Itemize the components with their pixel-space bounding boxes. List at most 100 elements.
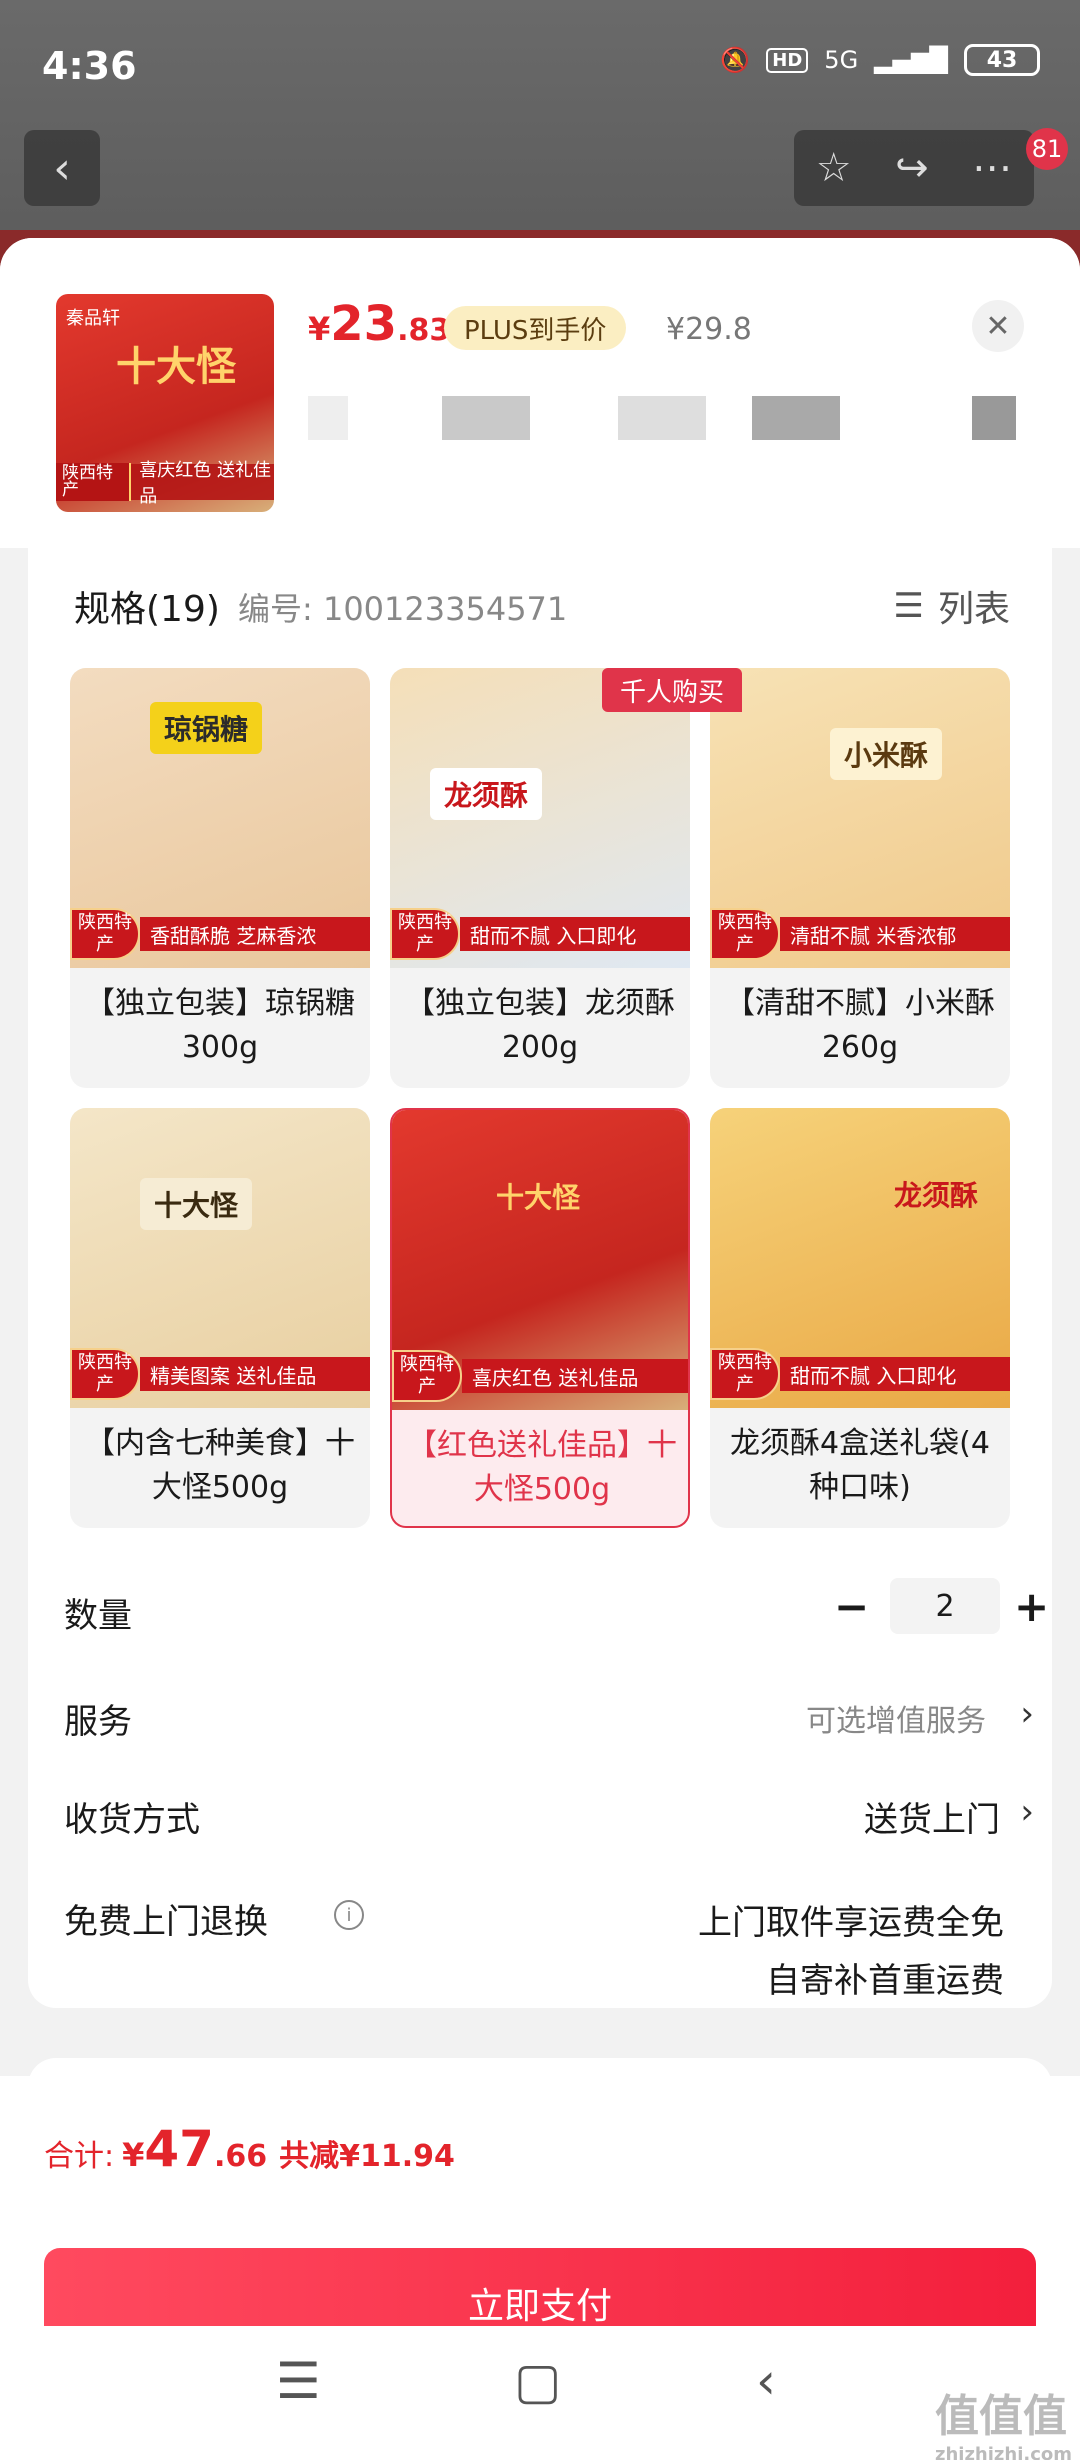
plus-badge: PLUS到手价 [444, 306, 627, 350]
service-hint: 可选增值服务 [806, 1704, 986, 1739]
back-icon: ‹ [53, 142, 71, 194]
spec-option[interactable]: 小米酥 陕西特产 清甜不腻 米香浓郁 【清甜不腻】小米酥260g [710, 668, 1010, 1088]
thumb-tag: 陕西特产 喜庆红色 送礼佳品 [56, 460, 274, 507]
plus-price: ¥ 23 .83 [308, 296, 450, 352]
quantity-input[interactable]: 2 [890, 1578, 1000, 1634]
blurred-block [308, 396, 348, 440]
spec-tag: 陕西特产 喜庆红色 送礼佳品 [392, 1350, 688, 1402]
hot-tag: 千人购买 [602, 668, 743, 712]
menu-icon[interactable]: ☰ [276, 2352, 321, 2410]
signal-icon: ▂▄▆█ [874, 46, 948, 74]
spec-origin: 陕西特产 [710, 1348, 780, 1400]
blurred-block [618, 396, 706, 440]
notification-badge: 81 [1026, 128, 1068, 170]
system-nav-bar: ☰ ▢ ‹ [0, 2326, 1080, 2460]
spec-origin: 陕西特产 [70, 1348, 140, 1400]
decrease-button[interactable]: − [834, 1582, 869, 1631]
spec-slogan: 喜庆红色 送礼佳品 [462, 1359, 688, 1393]
spec-label: 龙须酥4盒送礼袋(4种口味) [730, 1426, 990, 1505]
spec-slogan: 清甜不腻 米香浓郁 [780, 917, 1010, 951]
spec-label: 【红色送礼佳品】十大怪500g [407, 1428, 677, 1507]
spec-tag: 陕西特产 甜而不腻 入口即化 [710, 1348, 1010, 1400]
spec-label: 【内含七种美食】十大怪500g [85, 1426, 355, 1505]
spec-slogan: 甜而不腻 入口即化 [460, 917, 690, 951]
home-icon[interactable]: ▢ [514, 2352, 561, 2410]
product-sku: 编号: 100123354571 [238, 590, 568, 628]
spec-slogan: 甜而不腻 入口即化 [780, 1357, 1010, 1391]
delivery-label: 收货方式 [64, 1800, 200, 1840]
spec-tag: 陕西特产 清甜不腻 米香浓郁 [710, 908, 1010, 960]
list-view-toggle[interactable]: ☰ 列表 [894, 580, 1011, 632]
status-time: 4:36 [42, 44, 137, 88]
watermark-site: zhizhizhi.com [934, 2444, 1072, 2460]
list-label: 列表 [937, 589, 1010, 630]
spec-label: 【清甜不腻】小米酥260g [725, 986, 995, 1065]
watermark: 值值值 zhizhizhi.com [935, 2380, 1072, 2460]
spec-origin: 陕西特产 [70, 908, 140, 960]
price-currency: ¥ [308, 310, 331, 348]
service-label: 服务 [64, 1702, 132, 1742]
hd-icon: HD [766, 47, 809, 73]
thumb-brand: 秦品轩 [66, 308, 120, 329]
spec-product-name: 龙须酥 [430, 768, 543, 820]
spec-option[interactable]: 龙须酥 陕西特产 甜而不腻 入口即化 【独立包装】龙须酥200g [390, 668, 690, 1088]
spec-title: 规格(19) [74, 589, 220, 630]
status-icons: 🔕 HD 5G ▂▄▆█ 43 [720, 44, 1040, 76]
battery-icon: 43 [964, 44, 1040, 76]
chevron-right-icon: › [1020, 1792, 1034, 1832]
spec-product-name: 十大怪 [496, 1181, 581, 1214]
spec-card: 规格(19) 编号: 100123354571 ☰ 列表 千人购买 琼锅糖 陕西… [28, 548, 1052, 2008]
spec-option[interactable]: 十大怪 陕西特产 精美图案 送礼佳品 【内含七种美食】十大怪500g [70, 1108, 370, 1528]
spec-label: 【独立包装】龙须酥200g [405, 986, 675, 1065]
spec-option[interactable]: 龙须酥 陕西特产 甜而不腻 入口即化 龙须酥4盒送礼袋(4种口味) [710, 1108, 1010, 1528]
blurred-info [308, 396, 1028, 440]
chevron-right-icon: › [1020, 1694, 1034, 1734]
spec-option-selected[interactable]: 十大怪 陕西特产 喜庆红色 送礼佳品 【红色送礼佳品】十大怪500g [390, 1108, 690, 1528]
more-icon[interactable]: ⋯ [972, 145, 1012, 191]
product-thumbnail[interactable]: 秦品轩 十大怪 陕西特产 喜庆红色 送礼佳品 [56, 294, 274, 512]
total-price: 合计: ¥ 47 .66 共减¥11.94 [44, 2120, 455, 2178]
increase-button[interactable]: + [1014, 1582, 1049, 1631]
spec-origin: 陕西特产 [390, 908, 460, 960]
total-currency: ¥ [122, 2136, 145, 2174]
product-header: 秦品轩 十大怪 陕西特产 喜庆红色 送礼佳品 ¥ 23 .83 PLUS到手价 … [0, 238, 1080, 548]
close-icon: ✕ [985, 308, 1011, 344]
spec-sheet: 秦品轩 十大怪 陕西特产 喜庆红色 送礼佳品 ¥ 23 .83 PLUS到手价 … [0, 238, 1080, 2460]
spec-label: 【独立包装】琼锅糖300g [85, 986, 355, 1065]
price-decimal: .83 [397, 313, 451, 348]
thumb-title: 十大怪 [116, 344, 236, 390]
total-saving: 共减¥11.94 [279, 2139, 455, 2174]
back-nav-icon[interactable]: ‹ [756, 2352, 776, 2410]
top-actions: ☆ ↪ ⋯ [794, 130, 1034, 206]
close-button[interactable]: ✕ [972, 300, 1024, 352]
total-decimal: .66 [213, 2139, 268, 2174]
thumb-origin: 陕西特产 [56, 463, 132, 501]
quantity-label: 数量 [64, 1596, 132, 1636]
list-icon: ☰ [893, 586, 924, 626]
spec-slogan: 香甜酥脆 芝麻香浓 [140, 917, 370, 951]
back-button[interactable]: ‹ [24, 130, 100, 206]
thumb-slogan: 喜庆红色 送礼佳品 [139, 460, 271, 507]
returns-detail: 上门取件享运费全免 自寄补首重运费 [698, 1894, 1004, 2010]
blurred-block [972, 396, 1016, 440]
share-icon[interactable]: ↪ [895, 145, 929, 191]
spec-origin: 陕西特产 [710, 908, 780, 960]
status-bar: 4:36 🔕 HD 5G ▂▄▆█ 43 [0, 0, 1080, 130]
blurred-block [442, 396, 530, 440]
network-label: 5G [824, 46, 859, 74]
spec-tag: 陕西特产 精美图案 送礼佳品 [70, 1348, 370, 1400]
spec-tag: 陕西特产 甜而不腻 入口即化 [390, 908, 690, 960]
returns-line: 自寄补首重运费 [766, 1961, 1004, 2001]
spec-product-name: 小米酥 [830, 728, 943, 780]
info-icon[interactable]: i [334, 1900, 364, 1930]
star-icon[interactable]: ☆ [816, 145, 852, 191]
spec-product-name: 十大怪 [140, 1178, 253, 1230]
watermark-mark: 值值值 [934, 2391, 1067, 2442]
blurred-block [752, 396, 840, 440]
delivery-value: 送货上门 [864, 1800, 1000, 1840]
spec-product-name: 龙须酥 [894, 1179, 979, 1212]
returns-label: 免费上门退换 [64, 1902, 268, 1942]
spec-option[interactable]: 琼锅糖 陕西特产 香甜酥脆 芝麻香浓 【独立包装】琼锅糖300g [70, 668, 370, 1088]
spec-product-name: 琼锅糖 [150, 702, 263, 754]
spec-tag: 陕西特产 香甜酥脆 芝麻香浓 [70, 908, 370, 960]
